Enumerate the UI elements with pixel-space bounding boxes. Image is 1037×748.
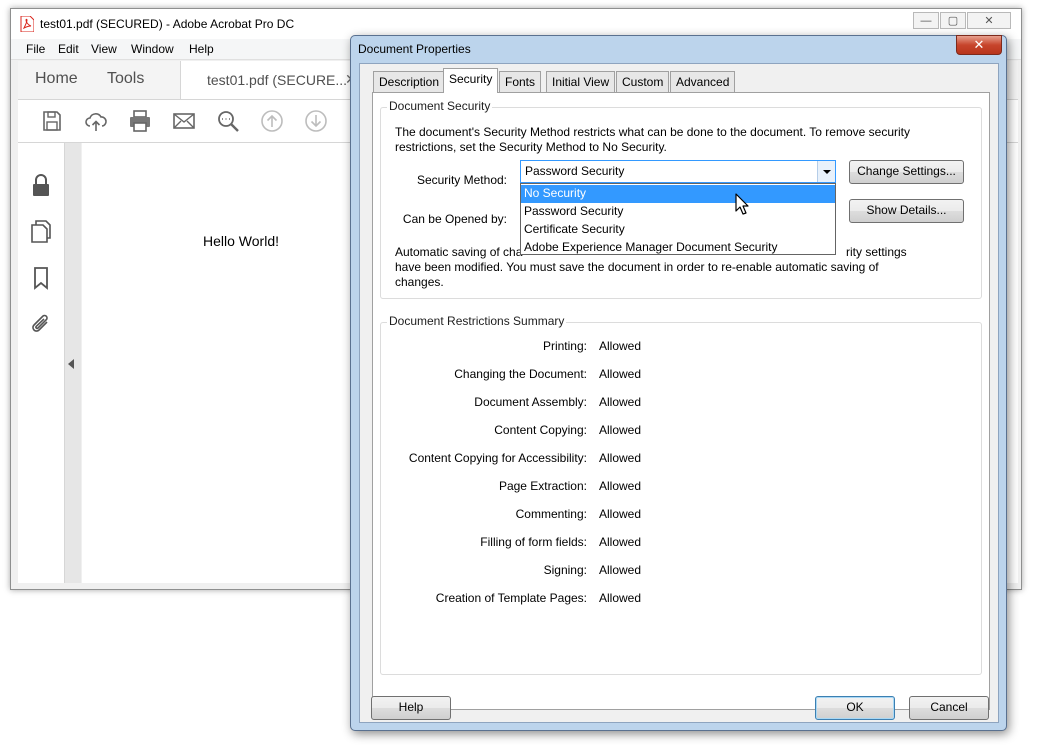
security-method-dropdown: No Security Password Security Certificat…	[520, 183, 836, 255]
document-security-legend: Document Security	[387, 99, 493, 113]
lock-icon[interactable]	[30, 173, 52, 197]
tab-custom[interactable]: Custom	[616, 71, 670, 92]
menu-help[interactable]: Help	[189, 42, 214, 56]
option-password-security[interactable]: Password Security	[521, 203, 835, 221]
acrobat-pdf-icon	[20, 16, 34, 32]
security-tab-panel: Document Security The document's Securit…	[372, 92, 990, 710]
security-intro-line-1: The document's Security Method restricts…	[395, 125, 910, 139]
bookmark-icon[interactable]	[30, 266, 52, 290]
auto-save-line-1-start: Automatic saving of cha	[395, 245, 523, 259]
restriction-value-signing: Allowed	[599, 563, 642, 577]
restriction-label-accessibility: Content Copying for Accessibility:	[408, 451, 587, 465]
option-aem-document-security[interactable]: Adobe Experience Manager Document Securi…	[521, 239, 835, 257]
print-icon[interactable]	[128, 109, 152, 133]
tab-home[interactable]: Home	[35, 70, 78, 88]
minimize-icon: —	[920, 14, 932, 27]
restriction-value-changing: Allowed	[599, 367, 642, 381]
document-tab-label: test01.pdf (SECURE...	[207, 72, 348, 88]
close-icon: ✕	[973, 37, 985, 52]
app-title: test01.pdf (SECURED) - Adobe Acrobat Pro…	[40, 17, 295, 31]
restriction-value-copying: Allowed	[599, 423, 642, 437]
auto-save-line-1-end: rity settings	[846, 245, 907, 259]
auto-save-line-2: have been modified. You must save the do…	[395, 260, 879, 274]
collapse-arrow-icon[interactable]	[68, 359, 74, 369]
restriction-label-form-fields: Filling of form fields:	[480, 535, 587, 549]
tab-tools[interactable]: Tools	[107, 70, 144, 88]
maximize-icon: ▢	[947, 15, 959, 27]
help-button[interactable]: Help	[371, 696, 451, 720]
menu-view[interactable]: View	[91, 42, 117, 56]
show-details-button[interactable]: Show Details...	[849, 199, 964, 223]
menu-edit[interactable]: Edit	[58, 42, 79, 56]
auto-save-line-3: changes.	[395, 275, 444, 289]
restriction-label-changing: Changing the Document:	[454, 367, 587, 381]
restriction-value-commenting: Allowed	[599, 507, 642, 521]
chevron-down-icon[interactable]	[817, 161, 835, 182]
page-down-icon[interactable]	[304, 109, 328, 133]
restrictions-summary-legend: Document Restrictions Summary	[387, 314, 567, 328]
tab-description[interactable]: Description	[373, 71, 446, 92]
restriction-value-page-extraction: Allowed	[599, 479, 642, 493]
restriction-value-template-pages: Allowed	[599, 591, 642, 605]
restriction-value-printing: Allowed	[599, 339, 642, 353]
email-icon[interactable]	[172, 109, 196, 133]
menu-window[interactable]: Window	[131, 42, 174, 56]
document-tab[interactable]: test01.pdf (SECURE... ✕	[180, 61, 371, 99]
left-rail	[18, 143, 65, 583]
document-text: Hello World!	[203, 233, 279, 249]
security-method-select[interactable]: Password Security	[520, 160, 836, 183]
change-settings-button[interactable]: Change Settings...	[849, 160, 964, 184]
menu-file[interactable]: File	[26, 42, 45, 56]
security-intro-line-2: restrictions, set the Security Method to…	[395, 140, 667, 154]
restriction-label-template-pages: Creation of Template Pages:	[435, 591, 587, 605]
restriction-label-commenting: Commenting:	[515, 507, 587, 521]
maximize-button[interactable]: ▢	[940, 12, 966, 29]
restriction-label-printing: Printing:	[542, 339, 587, 353]
close-window-button[interactable]: ✕	[967, 12, 1011, 29]
document-properties-dialog: Document Properties ✕ Description Securi…	[350, 35, 1007, 731]
dialog-title: Document Properties	[358, 42, 471, 56]
dialog-close-button[interactable]: ✕	[956, 35, 1002, 55]
restriction-value-form-fields: Allowed	[599, 535, 642, 549]
option-certificate-security[interactable]: Certificate Security	[521, 221, 835, 239]
mouse-cursor-icon	[735, 193, 749, 215]
can-be-opened-by-label: Can be Opened by:	[402, 212, 507, 226]
search-zoom-icon[interactable]	[216, 109, 240, 133]
ok-button[interactable]: OK	[815, 696, 895, 720]
option-no-security[interactable]: No Security	[521, 185, 835, 203]
security-method-label: Security Method:	[416, 173, 507, 187]
tab-fonts[interactable]: Fonts	[499, 71, 542, 92]
restriction-value-assembly: Allowed	[599, 395, 642, 409]
page-up-icon[interactable]	[260, 109, 284, 133]
restriction-label-copying: Content Copying:	[494, 423, 587, 437]
security-method-value: Password Security	[525, 164, 625, 178]
minimize-button[interactable]: —	[913, 12, 939, 29]
cancel-button[interactable]: Cancel	[909, 696, 989, 720]
save-icon[interactable]	[40, 109, 64, 133]
upload-cloud-icon[interactable]	[84, 109, 108, 133]
restriction-value-accessibility: Allowed	[599, 451, 642, 465]
pages-icon[interactable]	[30, 219, 52, 243]
restriction-label-signing: Signing:	[543, 563, 587, 577]
tab-initial-view[interactable]: Initial View	[546, 71, 616, 92]
dialog-body: Description Security Fonts Initial View …	[359, 63, 999, 723]
paperclip-icon[interactable]	[30, 312, 52, 336]
restriction-label-page-extraction: Page Extraction:	[498, 479, 587, 493]
restriction-label-assembly: Document Assembly:	[474, 395, 587, 409]
tab-advanced[interactable]: Advanced	[670, 71, 736, 92]
close-icon: ✕	[984, 15, 994, 27]
tab-security[interactable]: Security	[443, 68, 499, 93]
